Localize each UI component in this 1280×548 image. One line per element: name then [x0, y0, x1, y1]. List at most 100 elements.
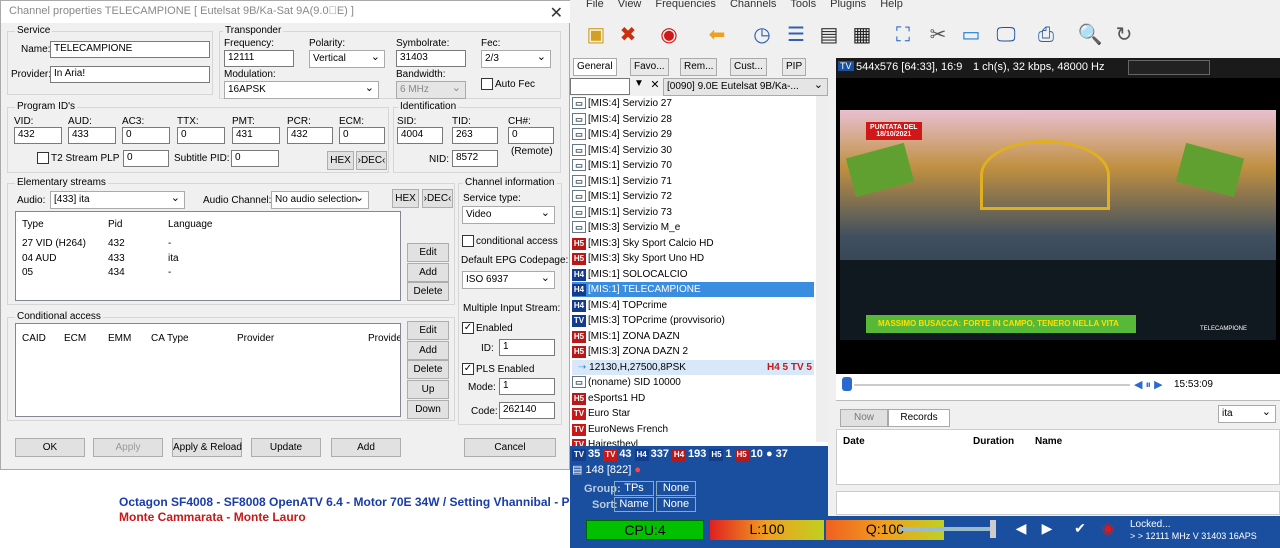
- group-none[interactable]: None: [656, 481, 696, 496]
- channel-item[interactable]: ▭ [MIS:4] Servizio 30: [572, 143, 814, 158]
- channel-item[interactable]: ▭ [MIS:3] Servizio M_e: [572, 220, 814, 235]
- col-date[interactable]: Date: [843, 436, 865, 447]
- sid-field[interactable]: 4004: [397, 127, 443, 144]
- channel-item[interactable]: ▭ [MIS:4] Servizio 29: [572, 127, 814, 142]
- menu-view[interactable]: View: [618, 0, 642, 10]
- frequency-field[interactable]: 12111: [224, 50, 294, 67]
- col-provider[interactable]: Provider: [237, 333, 274, 344]
- record-status-icon[interactable]: ◉: [1098, 520, 1118, 540]
- back-arrow-icon[interactable]: ⬅: [703, 20, 731, 50]
- stream-row-3-language[interactable]: -: [168, 267, 171, 278]
- col-name[interactable]: Name: [1035, 436, 1062, 447]
- ttx-field[interactable]: 0: [177, 127, 225, 144]
- col-ca-type[interactable]: CA Type: [151, 333, 189, 344]
- open-folder-icon[interactable]: ▣: [582, 20, 610, 50]
- ca-down-button[interactable]: Down: [407, 400, 449, 419]
- epg-icon[interactable]: ▤: [815, 20, 843, 50]
- epg-codepage-select[interactable]: ISO 6937: [462, 271, 555, 289]
- menu-help[interactable]: Help: [880, 0, 903, 10]
- menu-tools[interactable]: Tools: [790, 0, 816, 10]
- channel-list-scrollbar[interactable]: [816, 96, 828, 442]
- channel-item[interactable]: H5 [MIS:1] ZONA DAZN: [572, 329, 814, 344]
- t2-stream-field[interactable]: 0: [123, 150, 169, 167]
- ca-add-button[interactable]: Add: [407, 341, 449, 360]
- ca-delete-button[interactable]: Delete: [407, 360, 449, 379]
- col-duration[interactable]: Duration: [973, 436, 1014, 447]
- next-channel-icon[interactable]: ▶: [1036, 520, 1058, 540]
- channel-item[interactable]: ▭ [MIS:4] Servizio 27: [572, 96, 814, 111]
- elementary-streams-list[interactable]: Type Pid Language 27 VID (H264) 432 - 04…: [15, 211, 401, 301]
- channel-item[interactable]: H4 [MIS:4] TOPcrime: [572, 298, 814, 313]
- tab-remote[interactable]: Rem...: [680, 58, 718, 76]
- col-language[interactable]: Language: [168, 219, 213, 230]
- pls-mode-field[interactable]: 1: [499, 378, 555, 395]
- hex-button[interactable]: HEX: [327, 151, 354, 170]
- tab-now[interactable]: Now: [840, 409, 888, 427]
- audio-select[interactable]: [433] ita: [50, 191, 185, 209]
- sort-name[interactable]: Name: [614, 497, 654, 512]
- menu-file[interactable]: File: [586, 0, 604, 10]
- tab-pip[interactable]: PIP: [782, 58, 807, 76]
- pls-enabled-checkbox[interactable]: ✓: [462, 363, 474, 375]
- dec-button[interactable]: ›DEC‹: [356, 151, 387, 170]
- close-folder-icon[interactable]: ✖: [614, 20, 642, 50]
- provider-field[interactable]: In Aria!: [50, 66, 210, 83]
- nid-field[interactable]: 8572: [452, 150, 498, 167]
- search-icon[interactable]: 🔍: [1076, 20, 1104, 50]
- satellite-select[interactable]: [0090] 9.0E Eutelsat 9B/Ka-...: [663, 78, 828, 96]
- col-caid[interactable]: CAID: [22, 333, 46, 344]
- playback-controls-icon[interactable]: ◀ ⏸ ▶: [1134, 378, 1163, 392]
- tools-icon[interactable]: ✂: [924, 20, 952, 50]
- channel-item[interactable]: ▭ [MIS:1] Servizio 70: [572, 158, 814, 173]
- close-icon[interactable]: ✕: [550, 3, 563, 23]
- polarity-select[interactable]: Vertical: [309, 50, 385, 68]
- menu-frequencies[interactable]: Frequencies: [655, 0, 716, 10]
- t2-stream-checkbox[interactable]: [37, 152, 49, 164]
- sort-none[interactable]: None: [656, 497, 696, 512]
- es-delete-button[interactable]: Delete: [407, 282, 449, 301]
- stream-row-1-language[interactable]: -: [168, 238, 171, 249]
- col-type[interactable]: Type: [22, 219, 44, 230]
- channel-item[interactable]: H5 [MIS:3] ZONA DAZN 2: [572, 344, 814, 359]
- clear-filter-icon[interactable]: ✕: [648, 78, 662, 95]
- aud-field[interactable]: 433: [68, 127, 116, 144]
- pcr-field[interactable]: 432: [287, 127, 333, 144]
- seek-track[interactable]: [854, 384, 1130, 386]
- stream-row-1-pid[interactable]: 432: [108, 238, 125, 249]
- update-button[interactable]: Update: [251, 438, 321, 457]
- channel-list[interactable]: ▭ [MIS:4] Servizio 27 ▭ [MIS:4] Servizio 28…: [570, 96, 828, 446]
- tab-custom[interactable]: Cust...: [730, 58, 767, 76]
- cancel-button[interactable]: Cancel: [464, 438, 556, 457]
- pls-code-field[interactable]: 262140: [499, 402, 555, 419]
- stream-row-3-type[interactable]: 05: [22, 267, 33, 278]
- tab-favorites[interactable]: Favo...: [630, 58, 669, 76]
- group-tps[interactable]: TPs: [614, 481, 654, 496]
- col-emm[interactable]: EMM: [108, 333, 131, 344]
- es-dec-button[interactable]: ›DEC‹: [422, 189, 453, 208]
- window-icon[interactable]: ▭: [957, 20, 985, 50]
- add-button[interactable]: Add: [331, 438, 401, 457]
- ca-edit-button[interactable]: Edit: [407, 321, 449, 340]
- vid-field[interactable]: 432: [14, 127, 62, 144]
- tab-general[interactable]: General: [573, 58, 617, 76]
- conditional-access-list[interactable]: CAID ECM EMM CA Type Provider Provider: [15, 323, 401, 417]
- subtitle-pid-field[interactable]: 0: [231, 150, 279, 167]
- auto-fec-checkbox[interactable]: [481, 78, 493, 90]
- video-info-field[interactable]: [1128, 60, 1210, 75]
- epg-list[interactable]: Date Duration Name: [836, 429, 1280, 485]
- fullscreen-icon[interactable]: ⛶: [889, 20, 917, 50]
- channel-item[interactable]: H4 [MIS:1] TELECAMPIONE: [572, 282, 814, 297]
- channel-item[interactable]: H4 [MIS:1] SOLOCALCIO: [572, 267, 814, 282]
- stream-row-3-pid[interactable]: 434: [108, 267, 125, 278]
- menu-plugins[interactable]: Plugins: [830, 0, 866, 10]
- ch-field[interactable]: 0: [508, 127, 554, 144]
- channel-item[interactable]: TV Hairestheyl: [572, 437, 814, 446]
- stream-row-2-language[interactable]: ita: [168, 253, 179, 264]
- print-icon[interactable]: ⎙: [1032, 20, 1060, 50]
- col-ecm[interactable]: ECM: [64, 333, 86, 344]
- service-type-select[interactable]: Video: [462, 206, 555, 224]
- col-pid[interactable]: Pid: [108, 219, 122, 230]
- fec-select[interactable]: 2/3: [481, 50, 551, 68]
- es-add-button[interactable]: Add: [407, 263, 449, 282]
- volume-track[interactable]: [900, 527, 994, 531]
